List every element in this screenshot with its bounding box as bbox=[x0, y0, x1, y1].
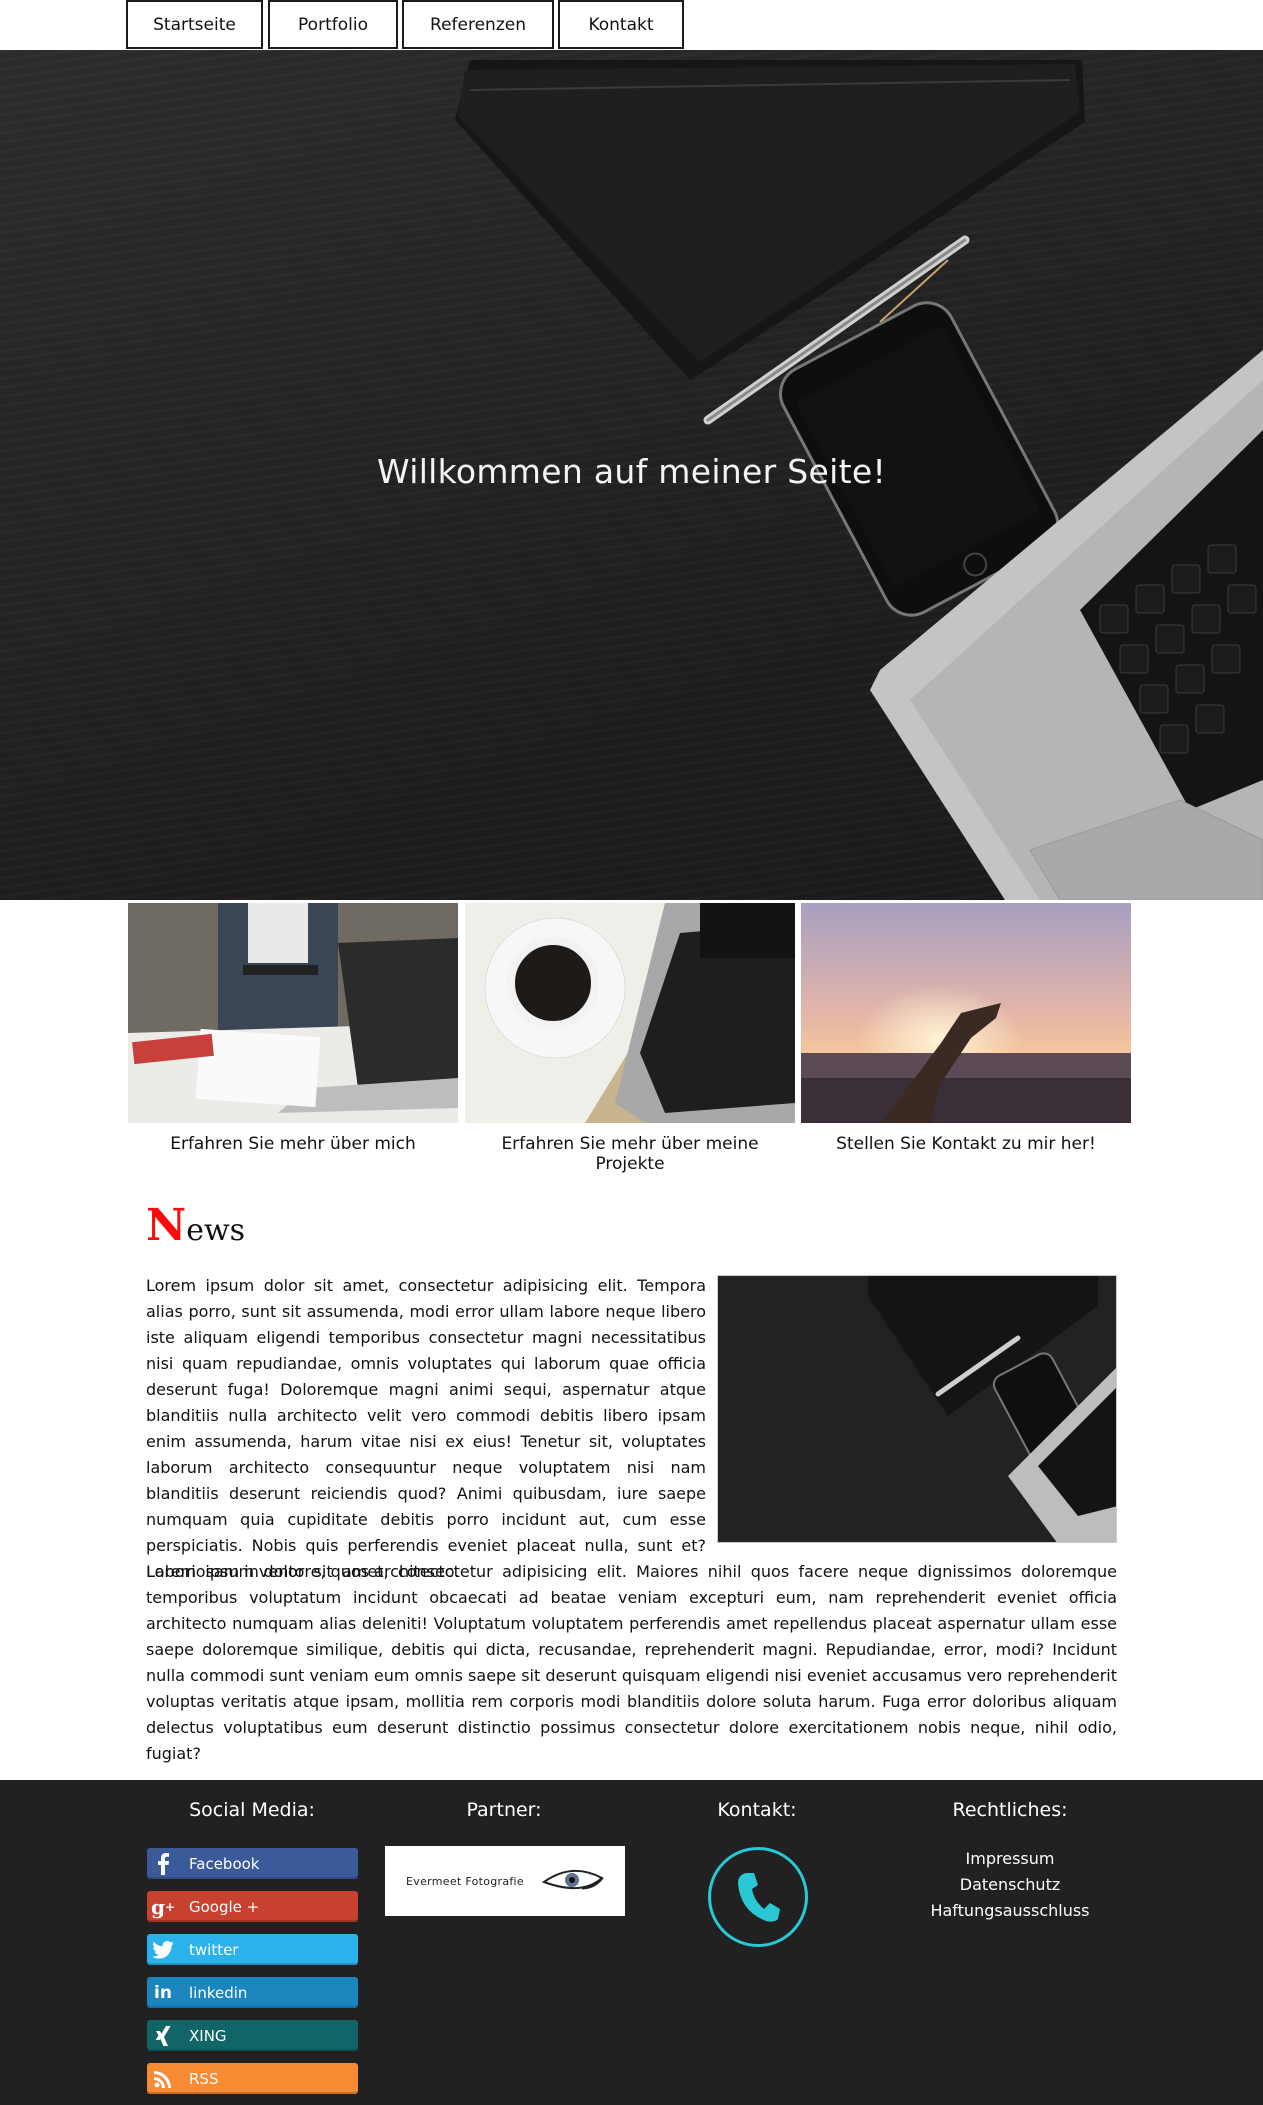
desk-thumbnail-photo bbox=[718, 1276, 1116, 1542]
news-paragraph-2: Lorem ipsum dolor sit amet, consectetur … bbox=[146, 1562, 1117, 1763]
man-at-desk-photo bbox=[128, 903, 458, 1123]
rss-label: RSS bbox=[189, 2069, 219, 2088]
sunset-hand-photo bbox=[801, 903, 1131, 1123]
twitter-icon bbox=[147, 1934, 179, 1965]
coffee-laptop-photo bbox=[465, 903, 795, 1123]
hero-banner: Willkommen auf meiner Seite! bbox=[0, 50, 1263, 900]
phone-contact-button[interactable] bbox=[708, 1847, 808, 1947]
nav-referenzen[interactable]: Referenzen bbox=[402, 0, 554, 49]
tile-caption-projects[interactable]: Erfahren Sie mehr über meine Projekte bbox=[465, 1134, 795, 1174]
tile-projects-image[interactable] bbox=[465, 903, 795, 1123]
tile-caption-contact[interactable]: Stellen Sie Kontakt zu mir her! bbox=[801, 1134, 1131, 1154]
news-paragraph-1: Lorem ipsum dolor sit amet, consectetur … bbox=[146, 1276, 706, 1581]
feature-tiles bbox=[128, 903, 1132, 1123]
twitter-label: twitter bbox=[189, 1940, 239, 1959]
linkedin-icon: in bbox=[154, 1982, 172, 2003]
twitter-button[interactable]: twitter bbox=[147, 1934, 358, 1965]
tile-contact-image[interactable] bbox=[801, 903, 1131, 1123]
xing-icon bbox=[147, 2020, 179, 2051]
facebook-label: Facebook bbox=[189, 1854, 260, 1873]
footer-heading-contact: Kontakt: bbox=[717, 1799, 797, 1821]
facebook-icon bbox=[147, 1848, 179, 1879]
footer-heading-legal: Rechtliches: bbox=[952, 1799, 1068, 1821]
legal-link-impressum[interactable]: Impressum bbox=[900, 1849, 1120, 1868]
nav-kontakt[interactable]: Kontakt bbox=[558, 0, 684, 49]
rss-button[interactable]: RSS bbox=[147, 2063, 358, 2094]
footer-heading-social: Social Media: bbox=[189, 1799, 315, 1821]
eye-logo-icon bbox=[541, 1869, 604, 1890]
xing-button[interactable]: XING bbox=[147, 2020, 358, 2051]
footer-heading-partner: Partner: bbox=[466, 1799, 542, 1821]
top-navigation: Startseite Portfolio Referenzen Kontakt bbox=[0, 0, 1263, 50]
partner-name: Evermeet Fotografie bbox=[406, 1874, 524, 1888]
tile-caption-about[interactable]: Erfahren Sie mehr über mich bbox=[128, 1134, 458, 1154]
tile-about-image[interactable] bbox=[128, 903, 458, 1123]
nav-startseite[interactable]: Startseite bbox=[126, 0, 263, 49]
news-heading-rest: ews bbox=[186, 1213, 246, 1248]
legal-link-datenschutz[interactable]: Datenschutz bbox=[900, 1875, 1120, 1894]
notebook-illustration bbox=[455, 60, 1085, 380]
news-image bbox=[717, 1275, 1117, 1543]
linkedin-button[interactable]: in linkedin bbox=[147, 1977, 358, 2008]
google-plus-button[interactable]: g + Google + bbox=[147, 1891, 358, 1922]
news-heading-initial: N bbox=[146, 1200, 187, 1251]
partner-logo-link[interactable]: Evermeet Fotografie bbox=[385, 1846, 625, 1916]
news-heading: News bbox=[146, 1200, 245, 1251]
hero-title: Willkommen auf meiner Seite! bbox=[377, 452, 886, 491]
facebook-button[interactable]: Facebook bbox=[147, 1848, 358, 1879]
xing-label: XING bbox=[189, 2026, 227, 2045]
legal-link-haftungsausschluss[interactable]: Haftungsausschluss bbox=[900, 1901, 1120, 1920]
nav-portfolio[interactable]: Portfolio bbox=[268, 0, 398, 49]
google-plus-icon: g + bbox=[150, 1894, 176, 1919]
linkedin-label: linkedin bbox=[189, 1983, 248, 2002]
google-plus-label: Google + bbox=[189, 1897, 260, 1916]
rss-icon bbox=[147, 2063, 179, 2094]
phone-icon bbox=[738, 1873, 780, 1922]
